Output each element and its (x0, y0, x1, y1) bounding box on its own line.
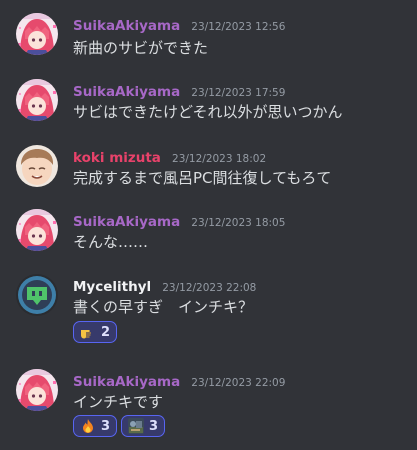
message-text: 書くの早すぎ インチキ？ (73, 298, 254, 316)
reaction-button[interactable]: 2 (73, 321, 118, 343)
message-header: SuikaAkiyama 23/12/2023 12:56 (73, 15, 285, 34)
fire-emoji-icon (83, 419, 93, 433)
username[interactable]: koki mizuta (73, 150, 161, 166)
suika-avatar-icon (16, 209, 58, 251)
message-text: 完成するまで風呂PC間往復してもろて (73, 169, 332, 187)
pointing-hand-emoji-icon (81, 330, 91, 339)
username[interactable]: SuikaAkiyama (73, 84, 180, 100)
message-header: SuikaAkiyama 23/12/2023 22:09 (73, 371, 285, 390)
message-text: そんな…… (73, 233, 149, 251)
koki-avatar-icon (16, 145, 58, 187)
message-header: Mycelithyl 23/12/2023 22:08 (73, 276, 256, 295)
message-text: インチキです (73, 393, 164, 411)
message-header: koki mizuta 23/12/2023 18:02 (73, 147, 266, 166)
timestamp: 23/12/2023 18:02 (172, 153, 267, 165)
message-text: サビはできたけどそれ以外が思いつかん (73, 103, 343, 121)
timestamp: 23/12/2023 12:56 (191, 21, 286, 33)
avatar[interactable] (16, 13, 58, 55)
suika-avatar-icon (16, 369, 58, 411)
username[interactable]: SuikaAkiyama (73, 214, 180, 230)
reaction-button[interactable]: 3 (121, 415, 166, 437)
username[interactable]: SuikaAkiyama (73, 18, 180, 34)
reaction-count: 2 (101, 324, 111, 340)
suika-avatar-icon (16, 13, 58, 55)
message-header: SuikaAkiyama 23/12/2023 18:05 (73, 211, 285, 230)
timestamp: 23/12/2023 22:09 (191, 377, 286, 389)
reactions-bar: 3 3 (73, 415, 166, 437)
avatar[interactable] (16, 79, 58, 121)
message-header: SuikaAkiyama 23/12/2023 17:59 (73, 81, 285, 100)
mycelithyl-avatar-icon (16, 274, 58, 316)
timestamp: 23/12/2023 18:05 (191, 217, 286, 229)
message-text: 新曲のサビができた (73, 39, 209, 57)
reaction-button[interactable]: 3 (73, 415, 118, 437)
timestamp: 23/12/2023 17:59 (191, 87, 286, 99)
avatar[interactable] (16, 369, 58, 411)
suika-avatar-icon (16, 79, 58, 121)
avatar[interactable] (16, 209, 58, 251)
reaction-count: 3 (149, 418, 159, 434)
avatar[interactable] (16, 274, 58, 316)
username[interactable]: SuikaAkiyama (73, 374, 180, 390)
reaction-count: 3 (101, 418, 111, 434)
custom-image-emoji-icon (128, 418, 145, 434)
timestamp: 23/12/2023 22:08 (162, 282, 257, 294)
reactions-bar: 2 (73, 321, 118, 343)
username[interactable]: Mycelithyl (73, 279, 151, 295)
avatar[interactable] (16, 145, 58, 187)
